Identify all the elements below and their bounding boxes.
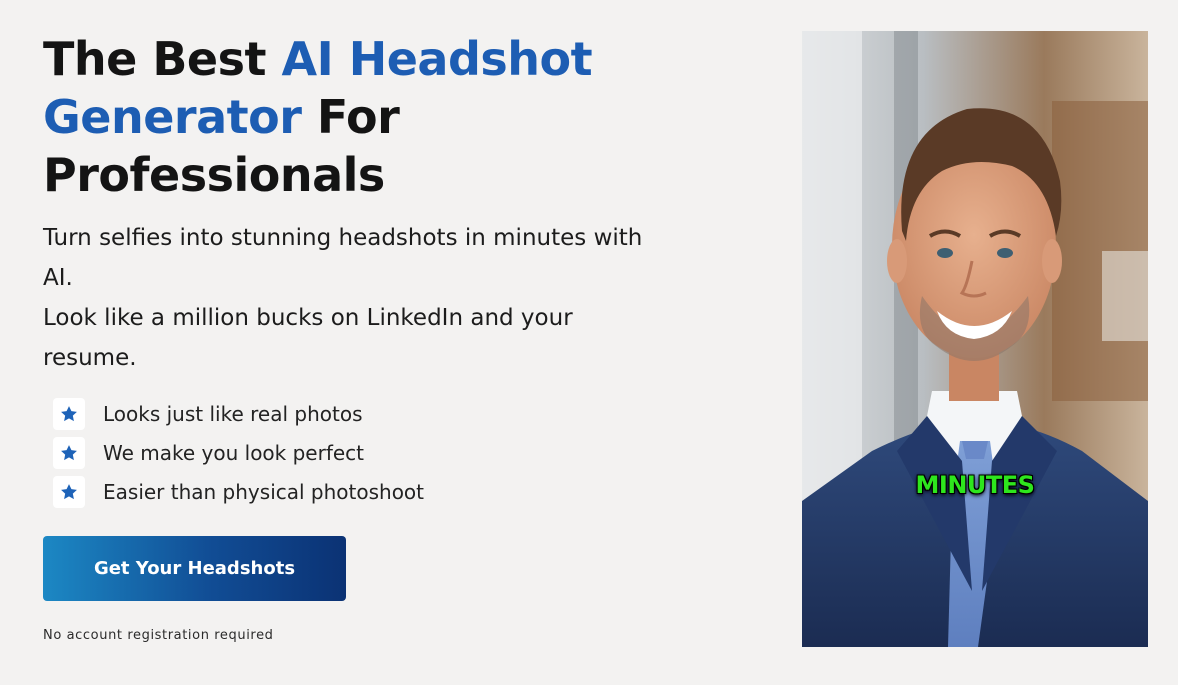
headline-part-1: The Best	[43, 32, 282, 86]
subheading-line-1: Turn selfies into stunning headshots in …	[43, 225, 643, 291]
feature-item: Easier than physical photoshoot	[53, 472, 663, 511]
hero-subheading: Turn selfies into stunning headshots in …	[43, 218, 643, 378]
page-title: The Best AI Headshot Generator For Profe…	[43, 30, 663, 204]
feature-item: Looks just like real photos	[53, 394, 663, 433]
photo-overlay-text: MINUTES	[915, 471, 1035, 499]
no-registration-note: No account registration required	[43, 628, 274, 643]
headshot-illustration	[802, 31, 1148, 647]
feature-label: We make you look perfect	[103, 440, 365, 465]
feature-label: Looks just like real photos	[103, 401, 363, 426]
subheading-line-2: Look like a million bucks on LinkedIn an…	[43, 305, 573, 371]
feature-label: Easier than physical photoshoot	[103, 479, 425, 504]
hero-text-block: The Best AI Headshot Generator For Profe…	[43, 30, 663, 511]
get-headshots-button[interactable]: Get Your Headshots	[43, 536, 346, 601]
star-icon	[53, 397, 85, 430]
star-icon	[53, 436, 85, 469]
star-icon	[53, 475, 85, 508]
feature-list: Looks just like real photos We make you …	[53, 394, 663, 511]
feature-item: We make you look perfect	[53, 433, 663, 472]
headshot-photo: MINUTES	[802, 31, 1148, 647]
